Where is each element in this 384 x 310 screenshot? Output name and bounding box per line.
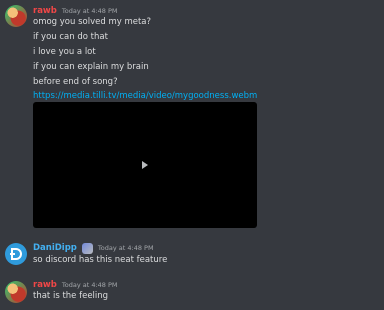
author-name[interactable]: DaniDipp	[33, 243, 77, 253]
user-badge-icon	[81, 242, 93, 254]
message-text: i love you a lot	[33, 47, 96, 57]
timestamp[interactable]: Today at 4:48 PM	[98, 244, 154, 252]
discord-style-logo-icon	[10, 248, 22, 260]
video-link[interactable]: https://media.tilli.tv/media/video/mygoo…	[33, 90, 257, 102]
message-text: before end of song?	[33, 77, 118, 87]
message-text: if you can explain my brain	[33, 62, 149, 72]
message-text: if you can do that	[33, 32, 108, 42]
author-name[interactable]: rawb	[33, 6, 57, 16]
avatar[interactable]	[5, 281, 27, 303]
play-icon[interactable]	[142, 161, 148, 169]
message-text: that is the feeling	[33, 291, 109, 301]
video-embed[interactable]	[33, 102, 257, 228]
avatar[interactable]	[5, 5, 27, 27]
author-name[interactable]: rawb	[33, 280, 57, 290]
timestamp[interactable]: Today at 4:48 PM	[62, 281, 118, 289]
message-text: so discord has this neat feature	[33, 255, 168, 265]
avatar[interactable]	[5, 243, 27, 265]
timestamp[interactable]: Today at 4:48 PM	[62, 7, 118, 15]
message-text: omog you solved my meta?	[33, 17, 152, 27]
message-header: DaniDipp Today at 4:48 PM	[33, 242, 154, 254]
